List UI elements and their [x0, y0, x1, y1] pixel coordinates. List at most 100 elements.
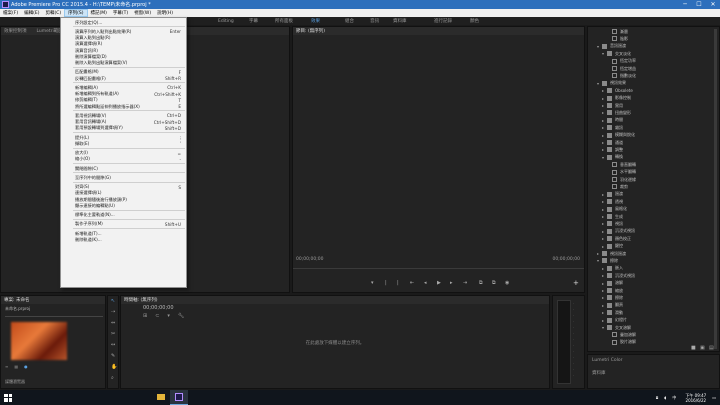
- workspace-color[interactable]: 顏色: [470, 18, 479, 24]
- lumetri-color-title[interactable]: Lumetri Color: [592, 358, 622, 363]
- effects-tree-item[interactable]: ▾ 交叉淡化: [588, 50, 631, 57]
- media-browser-tab[interactable]: 媒體瀏覽器: [5, 379, 25, 385]
- hand-tool-icon[interactable]: ✋: [111, 364, 117, 370]
- menu-item[interactable]: 刪除軌道(K)...: [61, 236, 186, 243]
- workspace-all-panels[interactable]: 所有面板: [275, 18, 293, 24]
- menu-item[interactable]: 反轉匹配畫格(F) Shift+R: [61, 75, 186, 82]
- icon-view-icon[interactable]: ▦: [14, 364, 18, 369]
- close-button[interactable]: ✕: [706, 0, 720, 9]
- new-folder-icon[interactable]: ■: [691, 345, 696, 351]
- menu-item[interactable]: 顯示連接的編輯點(U): [61, 202, 186, 209]
- workspace-logging[interactable]: 進行記錄: [434, 18, 452, 24]
- effects-tree-item[interactable]: 水平翻轉: [588, 169, 636, 176]
- effects-tree-item[interactable]: ▾ 音訊過渡: [588, 43, 626, 50]
- maximize-button[interactable]: ☐: [692, 0, 706, 9]
- effects-scrollbar[interactable]: [714, 29, 717, 349]
- list-view-icon[interactable]: ≡: [5, 364, 8, 369]
- menu-item[interactable]: 套用預設轉場到選擇項(Y) Shift+D: [61, 125, 186, 132]
- taskbar-slot[interactable]: [16, 390, 32, 405]
- pen-tool-icon[interactable]: ✎: [111, 353, 115, 359]
- workspace-libraries[interactable]: 資料庫: [393, 18, 407, 24]
- menu-item[interactable]: 將所選編輯點延伸到播放指示器(X) E: [61, 103, 186, 110]
- taskbar-app-explorer[interactable]: [152, 390, 170, 405]
- lift-icon[interactable]: ⧉: [479, 280, 483, 286]
- effects-tree-item[interactable]: ▾ 擦除: [588, 257, 618, 264]
- effects-tree-item[interactable]: 指數淡化: [588, 72, 636, 79]
- slip-tool-icon[interactable]: ↔: [111, 342, 115, 348]
- add-marker-icon[interactable]: ▾: [167, 313, 170, 319]
- libraries-title[interactable]: 資料庫: [592, 370, 606, 376]
- effects-tree-item[interactable]: ▸ 生成: [588, 213, 623, 220]
- effects-tree-item[interactable]: ▸ 縮放: [588, 287, 623, 294]
- workspace-assembly[interactable]: 組合: [345, 18, 354, 24]
- snap-icon[interactable]: ⊞: [143, 313, 147, 319]
- effects-tree-item[interactable]: ▸ 過渡: [588, 191, 623, 198]
- step-forward-icon[interactable]: ▸: [450, 280, 453, 286]
- effects-tree-item[interactable]: ▸ 視訊: [588, 220, 623, 227]
- menu-file[interactable]: 檔案(F): [0, 9, 21, 17]
- go-to-in-icon[interactable]: |: [397, 280, 399, 286]
- extract-icon[interactable]: ⧉: [492, 280, 496, 286]
- effects-tree-item[interactable]: ▸ 滑動: [588, 309, 623, 316]
- notification-icon[interactable]: ▭: [712, 395, 716, 400]
- go-to-in-point-icon[interactable]: ⇤: [410, 280, 414, 286]
- menu-help[interactable]: 說明(H): [154, 9, 176, 17]
- menu-item[interactable]: 擷取(E) ': [61, 140, 186, 147]
- menu-item[interactable]: 至序列中的間隙(G): [61, 174, 186, 181]
- effects-tree-item[interactable]: 漸層: [588, 28, 628, 35]
- menu-item[interactable]: 製作子序列(M) Shift+U: [61, 221, 186, 228]
- mark-out-icon[interactable]: |: [385, 280, 387, 286]
- clock[interactable]: 下午 09:47 2016/6/22: [685, 393, 706, 403]
- menu-marker[interactable]: 標記(M): [88, 9, 110, 17]
- menu-item[interactable]: 標準化主要軌道(N)...: [61, 212, 186, 219]
- tab-program[interactable]: 節目: (無序列): [296, 28, 325, 34]
- timeline-placeholder[interactable]: 在此處放下媒體以建立序列。: [121, 340, 549, 346]
- tab-lumetri-scopes[interactable]: Lumetri範圍: [37, 28, 63, 34]
- play-icon[interactable]: ▶: [437, 280, 441, 286]
- effects-tree-item[interactable]: 胶片溶解: [588, 339, 636, 346]
- taskbar-app-premiere[interactable]: [170, 390, 188, 405]
- program-timecode-left[interactable]: 00;00;00;00: [296, 257, 323, 262]
- mark-in-icon[interactable]: ▾: [371, 280, 374, 286]
- effects-tree-item[interactable]: ▸ 視訊過渡: [588, 250, 626, 257]
- effects-tree-item[interactable]: ▸ 鍵控: [588, 243, 623, 250]
- track-select-tool-icon[interactable]: ⇢: [111, 309, 115, 315]
- tab-project[interactable]: 專案: 未命名: [4, 297, 29, 303]
- menu-title[interactable]: 字幕(T): [110, 9, 131, 17]
- effects-tree-item[interactable]: ▸ 翻頁: [588, 302, 623, 309]
- workspace-audio[interactable]: 音訊: [370, 18, 379, 24]
- volume-icon[interactable]: ◖: [664, 395, 666, 400]
- delete-icon[interactable]: ▤: [709, 345, 714, 351]
- workspace-effects[interactable]: 效果: [311, 18, 320, 24]
- ime-indicator[interactable]: 中: [672, 395, 676, 401]
- media-thumbnail[interactable]: [11, 322, 67, 360]
- effects-tree-item[interactable]: 垂直翻轉: [588, 161, 636, 168]
- zoom-tool-icon[interactable]: ⌕: [111, 375, 114, 381]
- add-button-icon[interactable]: +: [573, 279, 579, 287]
- effects-tree-item[interactable]: ▸ 扭曲變形: [588, 109, 631, 116]
- start-button[interactable]: [0, 390, 16, 405]
- wrench-icon[interactable]: 🔧︎: [178, 313, 184, 319]
- effects-tree-item[interactable]: ▸ 調整: [588, 146, 623, 153]
- effects-tree-item[interactable]: ▾ 視訊效果: [588, 80, 626, 87]
- effects-tree-item[interactable]: ▸ 沉浸式視訊: [588, 272, 635, 279]
- effects-tree-item[interactable]: ▸ 通道: [588, 139, 623, 146]
- effects-tree-item[interactable]: ▸ 雜訊: [588, 124, 623, 131]
- timeline-timecode[interactable]: 00;00;00;00: [143, 305, 174, 311]
- effects-tree-item[interactable]: ▸ Obsolete: [588, 87, 633, 94]
- effects-tree-item[interactable]: ▸ 沉浸式視訊: [588, 228, 635, 235]
- effects-tree-item[interactable]: ▸ 透視: [588, 198, 623, 205]
- minimize-button[interactable]: ─: [678, 0, 692, 9]
- zoom-slider[interactable]: ●: [24, 364, 28, 369]
- export-frame-icon[interactable]: ◉: [505, 280, 509, 286]
- effects-tree-item[interactable]: ▾ 轉換: [588, 154, 623, 161]
- effects-tree-item[interactable]: ▸ 時間: [588, 117, 623, 124]
- effects-tree-item[interactable]: ▸ 嵌入: [588, 265, 623, 272]
- effects-tree-item[interactable]: ▸ 風格化: [588, 206, 627, 213]
- effects-tree-item[interactable]: ▸ 溶解: [588, 280, 623, 287]
- network-icon[interactable]: ⧈: [656, 395, 659, 400]
- effects-tree-item[interactable]: 恆定功率: [588, 58, 636, 65]
- razor-tool-icon[interactable]: ✂: [111, 331, 115, 337]
- effects-tree-item[interactable]: 疊加溶解: [588, 331, 636, 338]
- effects-tree-item[interactable]: 羽化邊緣: [588, 176, 636, 183]
